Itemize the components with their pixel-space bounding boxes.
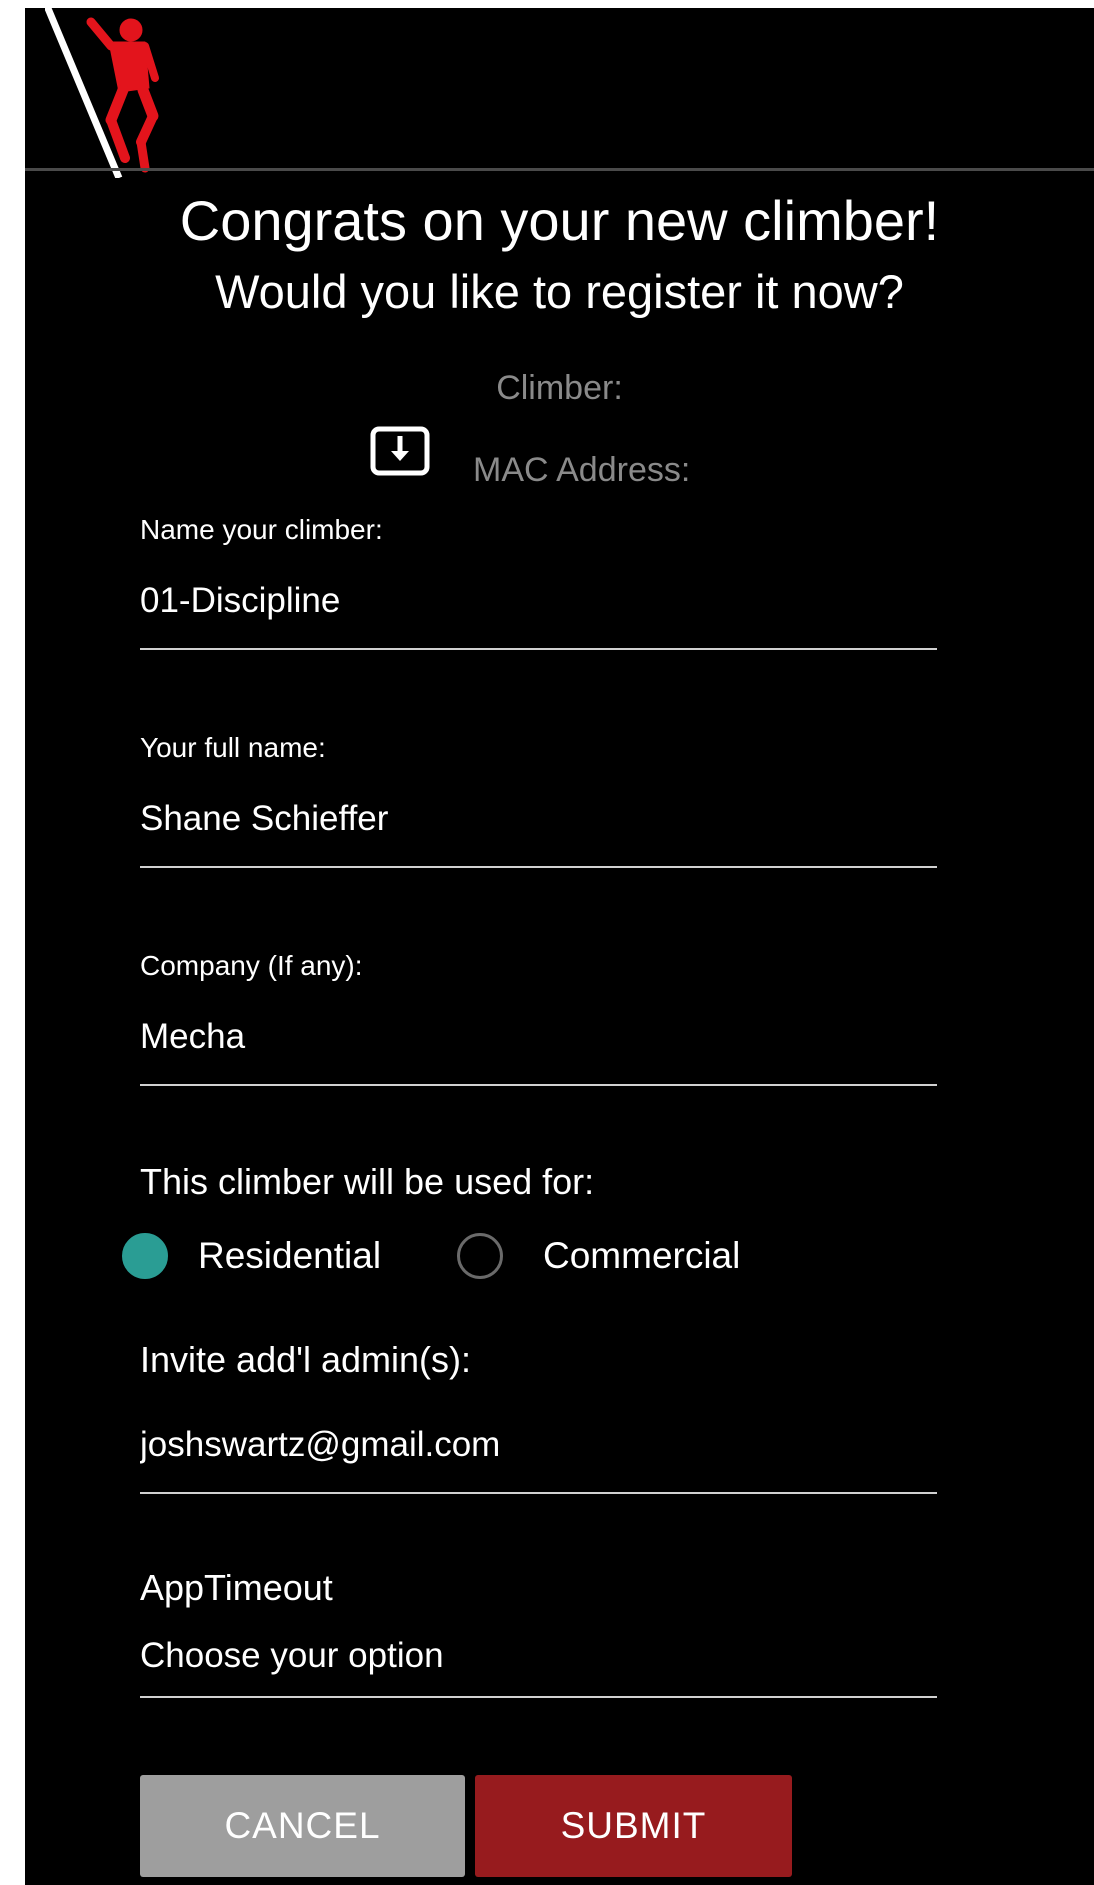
- app-timeout-select-value: Choose your option: [140, 1636, 444, 1675]
- mac-address-label: MAC Address:: [473, 451, 691, 489]
- app-timeout-label: AppTimeout: [140, 1567, 333, 1608]
- full-name-input[interactable]: [140, 788, 937, 868]
- company-label: Company (If any):: [140, 950, 363, 981]
- usage-label: This climber will be used for:: [140, 1161, 595, 1202]
- climber-label: Climber:: [496, 369, 623, 407]
- company-input[interactable]: [140, 1006, 937, 1086]
- registration-screen: Congrats on your new climber! Would you …: [25, 8, 1094, 1885]
- climber-name-label: Name your climber:: [140, 514, 383, 545]
- admin-email-input[interactable]: [140, 1414, 937, 1494]
- app-timeout-select[interactable]: Choose your option: [140, 1634, 937, 1698]
- app-header: [25, 8, 1094, 178]
- page-title: Congrats on your new climber!: [179, 189, 940, 252]
- header-divider: [25, 168, 1094, 171]
- commercial-radio-label[interactable]: Commercial: [543, 1233, 740, 1279]
- residential-radio-label[interactable]: Residential: [198, 1233, 381, 1279]
- climber-on-ladder-icon: [45, 8, 159, 178]
- submit-button[interactable]: SUBMIT: [475, 1775, 792, 1877]
- residential-radio[interactable]: [122, 1233, 168, 1279]
- page-subtitle: Would you like to register it now?: [215, 265, 904, 318]
- cancel-button[interactable]: CANCEL: [140, 1775, 465, 1877]
- commercial-radio[interactable]: [457, 1233, 503, 1279]
- climber-name-input[interactable]: [140, 570, 937, 650]
- full-name-label: Your full name:: [140, 732, 326, 763]
- download-box-icon[interactable]: [370, 426, 430, 476]
- admins-label: Invite add'l admin(s):: [140, 1339, 472, 1380]
